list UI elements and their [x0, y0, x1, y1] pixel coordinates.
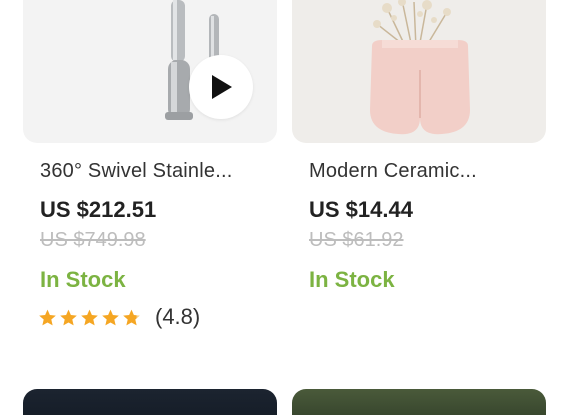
- product-card-image-next-right[interactable]: [292, 389, 546, 415]
- faucet-image[interactable]: [23, 0, 277, 143]
- product-title[interactable]: Modern Ceramic...: [309, 160, 534, 183]
- original-price: US $61.92: [309, 229, 404, 251]
- play-video-button[interactable]: [189, 55, 253, 119]
- product-title[interactable]: 360° Swivel Stainle...: [40, 160, 265, 183]
- product-card-image-next-left[interactable]: [23, 389, 277, 415]
- rating-value: (4.8): [155, 304, 201, 329]
- product-price: US $14.44: [309, 197, 413, 222]
- vase-illustration: [370, 0, 470, 135]
- star-icon: [81, 309, 98, 325]
- star-icon: [102, 309, 119, 325]
- product-grid: 360° Swivel Stainle... US $212.51 US $74…: [0, 0, 570, 415]
- star-rating: [38, 308, 141, 327]
- stock-status: In Stock: [309, 267, 395, 292]
- stock-status: In Stock: [40, 267, 126, 292]
- vase-image[interactable]: [292, 0, 546, 143]
- original-price: US $749.98: [40, 229, 146, 251]
- star-icon: [39, 309, 56, 325]
- star-icon: [60, 309, 77, 325]
- play-icon: [212, 75, 232, 99]
- product-card-vase[interactable]: Modern Ceramic... US $14.44 US $61.92 In…: [292, 0, 546, 292]
- product-card-faucet[interactable]: 360° Swivel Stainle... US $212.51 US $74…: [23, 0, 277, 329]
- rating: (4.8): [38, 304, 200, 330]
- product-price: US $212.51: [40, 197, 157, 222]
- star-half-icon: [123, 309, 140, 325]
